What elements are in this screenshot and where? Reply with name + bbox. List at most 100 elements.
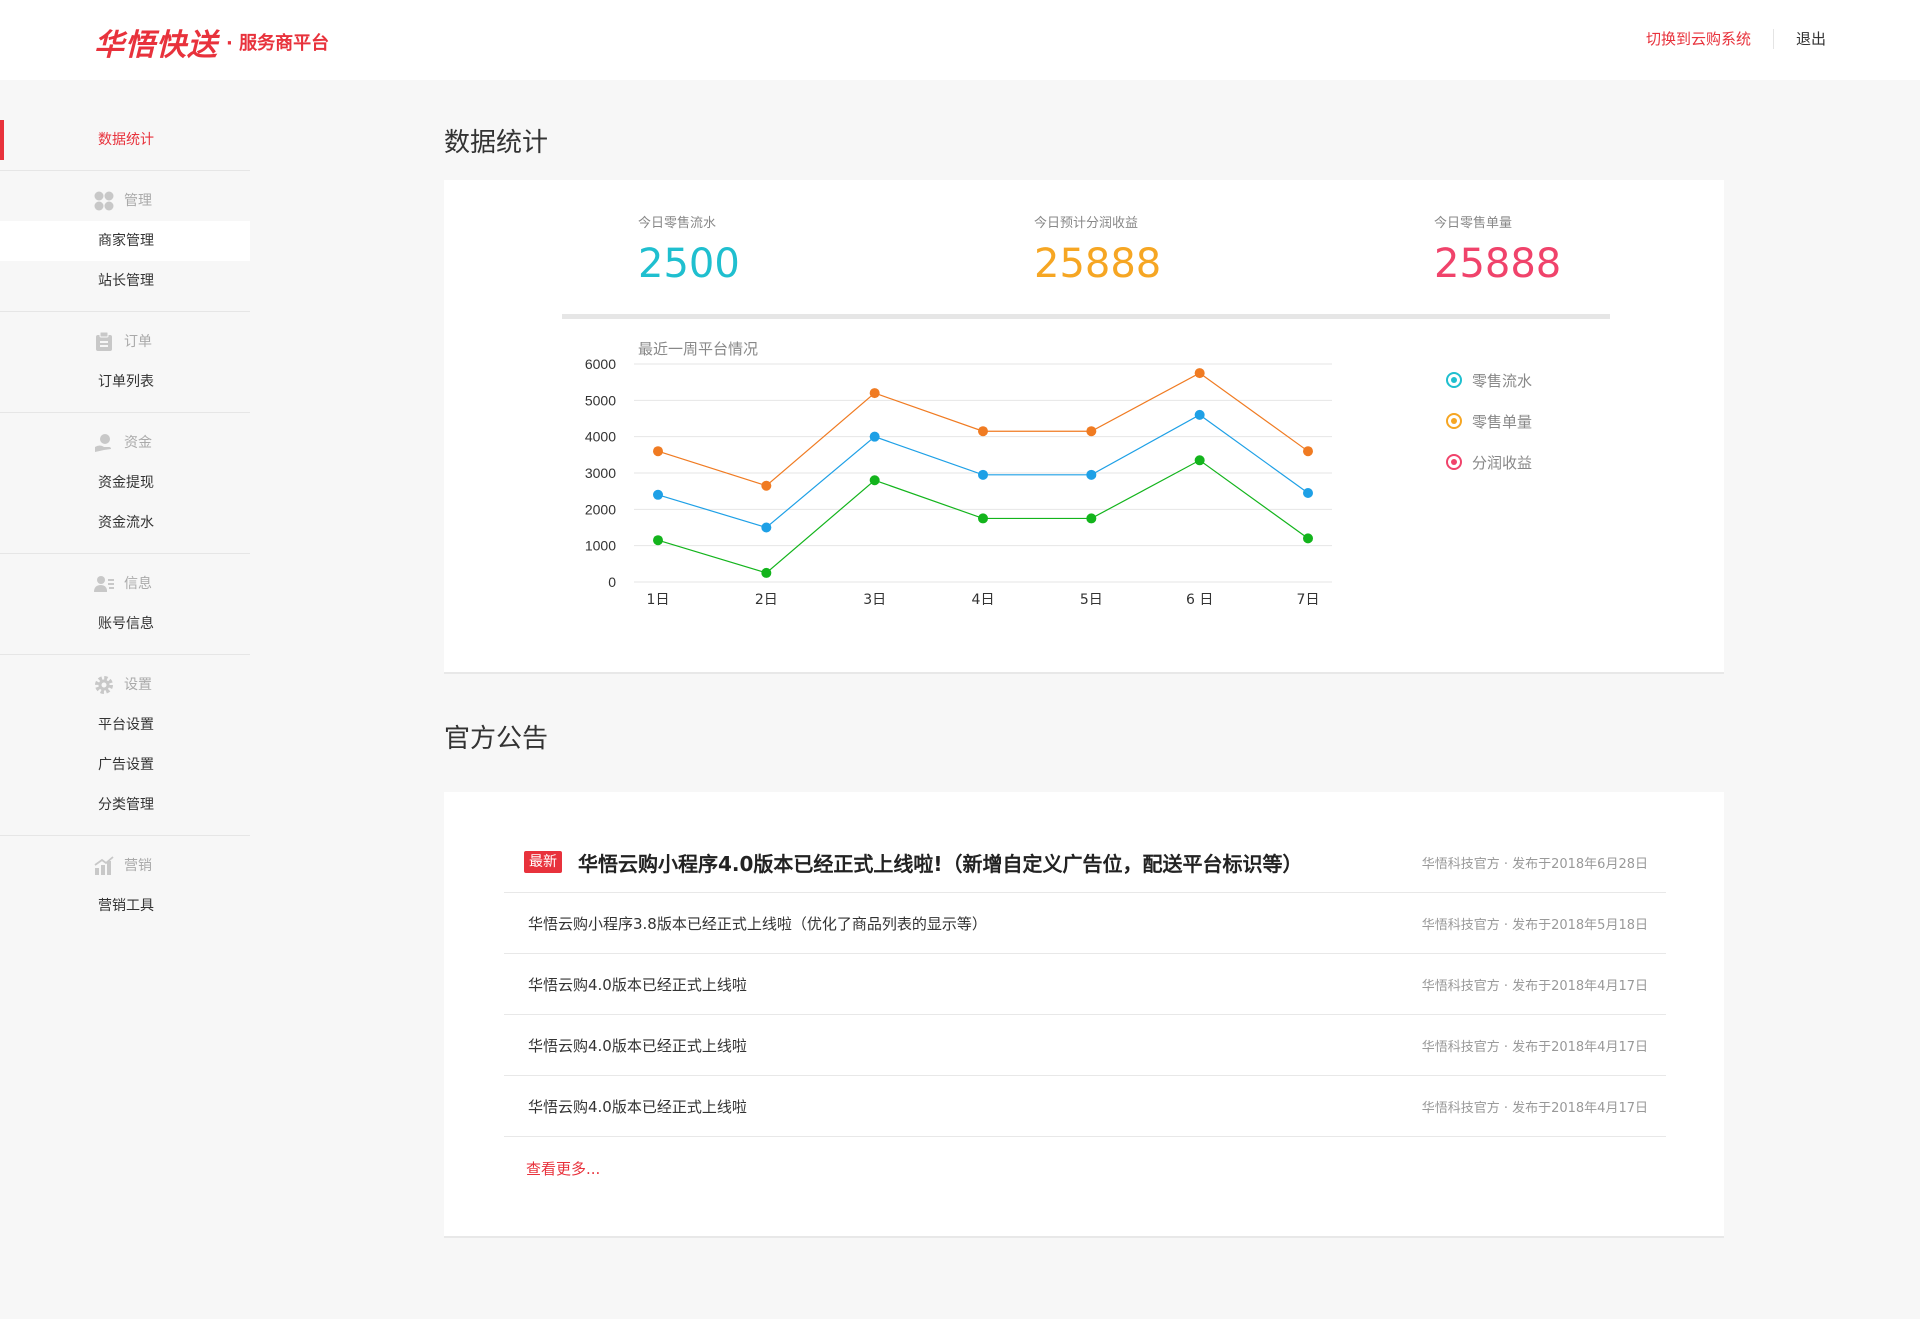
sidebar-divider [0,553,250,554]
legend-label: 零售单量 [1472,412,1533,431]
data-point [1303,487,1313,498]
sidebar-item-stationmaster[interactable]: 站长管理 [0,261,250,301]
notice-row[interactable]: 最新 华悟云购小程序4.0版本已经正式上线啦!（新增自定义广告位，配送平台标识等… [504,832,1666,893]
legend-label: 分润收益 [1472,453,1533,472]
data-point [869,431,880,442]
stat-value: 25888 [1434,241,1562,287]
stats-section-title: 数据统计 [444,128,549,158]
notice-row[interactable]: 华悟云购小程序3.8版本已经正式上线啦（优化了商品列表的显示等） 华悟科技官方 … [504,893,1666,954]
notice-meta: 华悟科技官方 · 发布于2018年4月17日 [1421,1039,1648,1055]
notice-meta: 华悟科技官方 · 发布于2018年4月17日 [1421,978,1648,994]
sidebar-item-fund-flow[interactable]: 资金流水 [0,503,250,543]
data-point [1194,368,1205,379]
notice-section-title: 官方公告 [444,724,549,754]
hand-coin-icon [94,433,114,453]
y-tick-label: 2000 [585,501,616,517]
sidebar-divider [0,654,250,655]
y-tick-label: 1000 [585,538,616,554]
sidebar-group-fund: 资金 [0,423,250,463]
x-tick-label: 3日 [863,592,886,608]
header-divider [1772,28,1774,49]
x-tick-label: 5日 [1080,592,1103,608]
notice-row[interactable]: 华悟云购4.0版本已经正式上线啦 华悟科技官方 · 发布于2018年4月17日 [504,1076,1666,1137]
legend-marker [1446,454,1462,470]
logout-link[interactable]: 退出 [1796,28,1826,49]
stat-value: 25888 [1034,241,1162,287]
logo-sub-text: · 服务商平台 [226,33,330,54]
sidebar-divider [0,835,250,836]
legend-item-profit-share[interactable]: 分润收益 [1446,452,1532,472]
user-card-icon [94,574,114,594]
sidebar-group-order: 订单 [0,322,250,362]
sidebar: 数据统计 管理 商家管理 站长管理 订单 订单列表 资金 资金提现 资金流水 信… [0,80,250,1319]
stat-retail-orders: 今日零售单量 25888 [1434,212,1561,287]
data-point [1303,533,1313,544]
data-point [761,567,772,578]
data-point [978,469,988,480]
sidebar-item-merchant[interactable]: 商家管理 [0,221,250,261]
sidebar-group-label: 设置 [124,677,152,693]
notice-meta: 华悟科技官方 · 发布于2018年6月28日 [1421,856,1648,872]
sidebar-item-ad-settings[interactable]: 广告设置 [0,745,250,785]
sidebar-item-marketing-tools[interactable]: 营销工具 [0,886,250,926]
notice-card: 最新 华悟云购小程序4.0版本已经正式上线啦!（新增自定义广告位，配送平台标识等… [444,792,1724,1238]
stat-label: 今日零售单量 [1434,216,1513,231]
data-point [978,426,988,437]
notice-title: 华悟云购4.0版本已经正式上线啦 [528,1036,747,1055]
data-point [1194,409,1205,420]
sidebar-group-label: 营销 [124,858,152,874]
sidebar-group-info: 信息 [0,564,250,604]
data-point [1086,426,1097,437]
notice-title-wrap: 最新 华悟云购小程序4.0版本已经正式上线啦!（新增自定义广告位，配送平台标识等… [504,848,1422,877]
notice-title: 华悟云购小程序3.8版本已经正式上线啦（优化了商品列表的显示等） [528,914,987,933]
notice-title: 华悟云购4.0版本已经正式上线啦 [528,1097,747,1116]
stats-card: 今日零售流水 2500 今日预计分润收益 25888 今日零售单量 25888 … [444,180,1724,674]
data-point [761,522,772,533]
y-tick-label: 6000 [585,356,616,372]
legend-item-retail-flow[interactable]: 零售流水 [1446,370,1532,390]
stat-retail-flow: 今日零售流水 2500 [638,212,740,287]
data-point [653,535,663,546]
new-badge: 最新 [524,851,562,873]
stats-divider-bar [562,314,1610,319]
sidebar-group-manage: 管理 [0,181,250,221]
stat-value: 2500 [638,241,740,287]
sidebar-divider [0,412,250,413]
legend-marker [1446,372,1462,388]
data-point [869,388,880,399]
logo-main-text: 华悟快送 [94,28,218,63]
data-point [653,489,663,500]
sidebar-group-settings: 设置 [0,665,250,705]
sidebar-item-platform-settings[interactable]: 平台设置 [0,705,250,745]
stat-profit-share: 今日预计分润收益 25888 [1034,212,1161,287]
grid-icon [94,191,114,211]
sidebar-group-label: 订单 [124,334,152,350]
sidebar-item-category-manage[interactable]: 分类管理 [0,785,250,825]
sidebar-item-withdraw[interactable]: 资金提现 [0,463,250,503]
legend-marker [1446,413,1462,429]
data-point [1194,455,1205,466]
data-point [653,446,663,457]
brand-logo[interactable]: 华悟快送 · 服务商平台 [94,20,329,64]
sidebar-item-account-info[interactable]: 账号信息 [0,604,250,644]
notice-row[interactable]: 华悟云购4.0版本已经正式上线啦 华悟科技官方 · 发布于2018年4月17日 [504,954,1666,1015]
sidebar-divider [0,311,250,312]
notice-meta: 华悟科技官方 · 发布于2018年4月17日 [1421,1100,1648,1116]
legend-label: 零售流水 [1472,371,1533,390]
sidebar-group-label: 资金 [124,435,152,451]
legend-item-retail-orders[interactable]: 零售单量 [1446,411,1532,431]
switch-system-link[interactable]: 切换到云购系统 [1646,28,1751,49]
data-point [978,513,988,524]
sidebar-group-label: 管理 [124,193,152,209]
x-tick-label: 2日 [755,592,778,608]
x-tick-label: 1日 [647,592,670,608]
x-tick-label: 4日 [972,592,995,608]
notice-row[interactable]: 华悟云购4.0版本已经正式上线啦 华悟科技官方 · 发布于2018年4月17日 [504,1015,1666,1076]
notice-title: 华悟云购4.0版本已经正式上线啦 [528,975,747,994]
sidebar-group-marketing: 营销 [0,846,250,886]
sidebar-item-order-list[interactable]: 订单列表 [0,362,250,402]
y-tick-label: 5000 [585,392,616,408]
view-more-link[interactable]: 查看更多... [526,1158,600,1179]
weekly-line-chart: 0 1000 2000 3000 4000 5000 6000 1日 2日 3日 4日 5日 6 日 7日 [585,356,1332,608]
sidebar-item-data-stats[interactable]: 数据统计 [0,120,250,160]
